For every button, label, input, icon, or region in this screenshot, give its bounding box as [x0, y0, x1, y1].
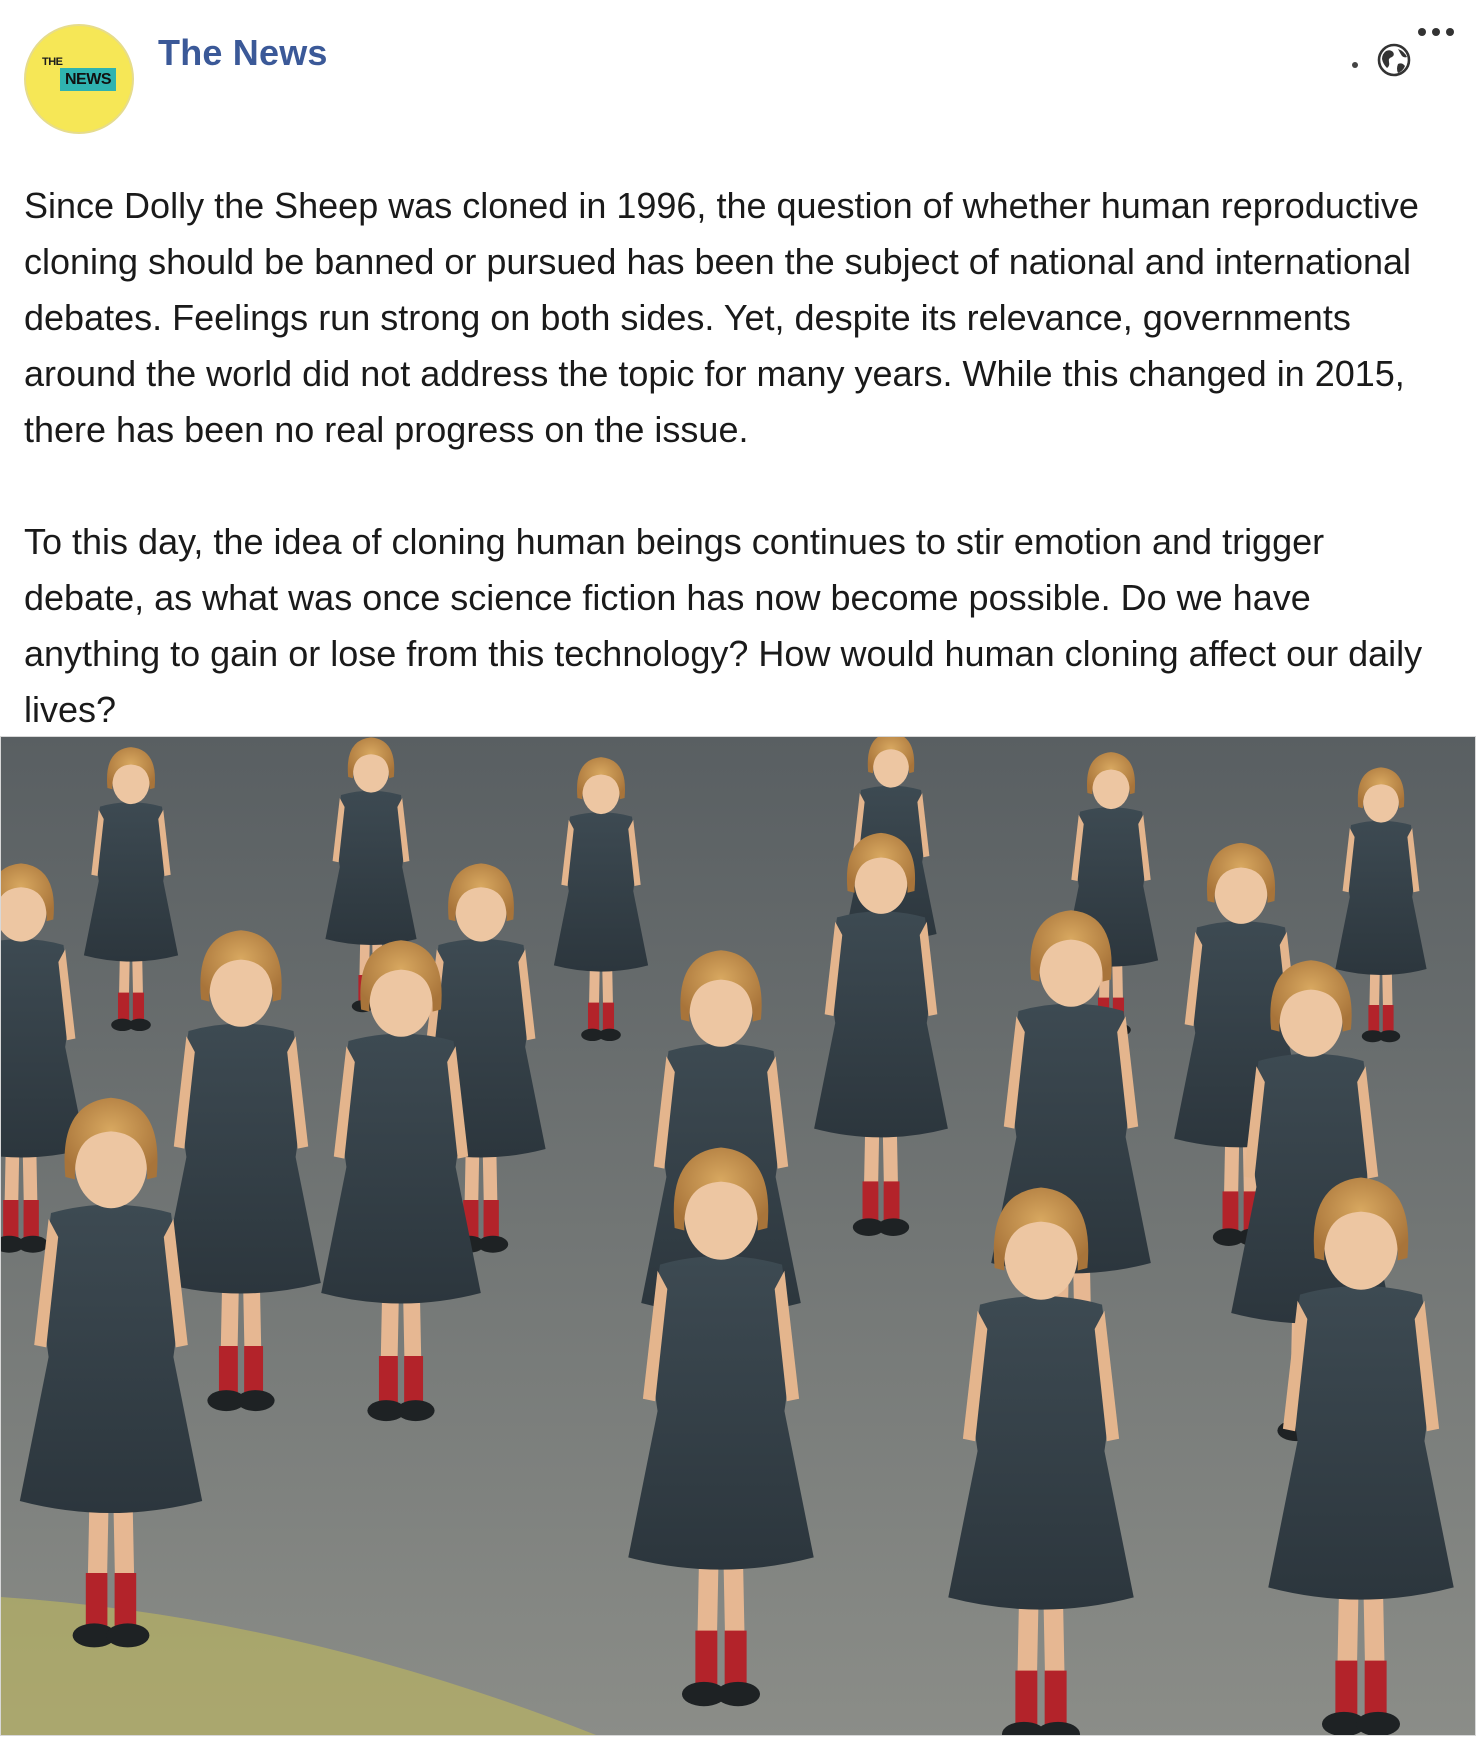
- globe-icon[interactable]: [1374, 40, 1414, 80]
- page-avatar[interactable]: THE NEWS: [24, 24, 134, 134]
- avatar-logo-news: NEWS: [60, 68, 116, 91]
- page-name-link[interactable]: The News: [158, 32, 328, 74]
- news-post: THE NEWS The News Since Dolly the Sheep …: [0, 0, 1480, 1740]
- avatar-logo-the: THE: [42, 56, 63, 68]
- post-photo[interactable]: [0, 736, 1476, 1736]
- post-body: Since Dolly the Sheep was cloned in 1996…: [24, 178, 1454, 738]
- more-options-icon[interactable]: [1414, 22, 1458, 42]
- crowd-photo-illustration: [1, 737, 1475, 1735]
- separator-dot: [1352, 62, 1358, 68]
- post-paragraph: Since Dolly the Sheep was cloned in 1996…: [24, 185, 1419, 450]
- post-paragraph: To this day, the idea of cloning human b…: [24, 521, 1423, 730]
